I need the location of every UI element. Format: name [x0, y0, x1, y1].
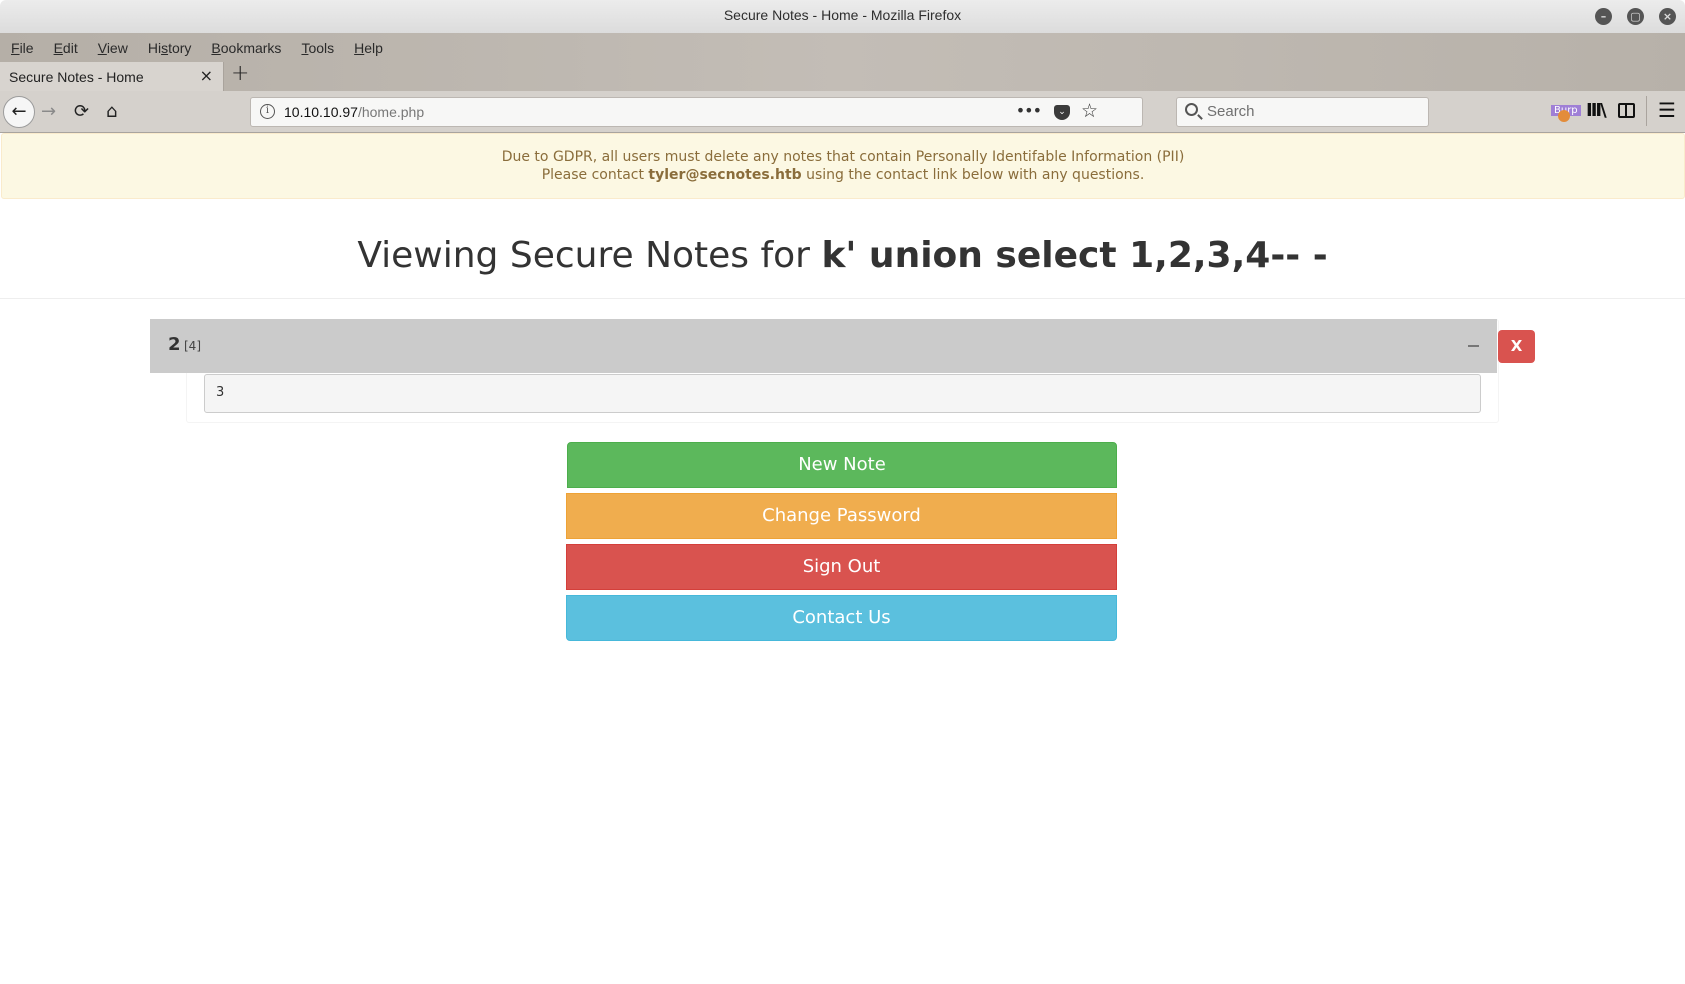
search-bar[interactable]	[1176, 97, 1429, 127]
menu-tools-label: Tools	[301, 40, 335, 56]
menu-accelerator: V	[97, 40, 107, 56]
note-id: [4]	[184, 339, 201, 353]
alert-line-1: Due to GDPR, all users must delete any n…	[501, 149, 1185, 165]
pocket-icon[interactable]: ⌄	[1054, 105, 1070, 120]
forward-button[interactable]: →	[41, 96, 56, 128]
window-titlebar: Secure Notes - Home - Mozilla Firefox – …	[0, 0, 1685, 33]
menu-view-label: View	[97, 40, 128, 56]
menu-accelerator: s	[161, 40, 169, 56]
note-header[interactable]: 2 [4]	[150, 319, 1497, 373]
alert-line-2: Please contact tyler@secnotes.htb using …	[2, 166, 1684, 184]
url-path: /home.php	[357, 104, 425, 120]
menu-help-label: Help	[354, 40, 383, 56]
page-title-prefix: Viewing Secure Notes for	[357, 235, 822, 276]
hamburger-menu-icon[interactable]: ☰	[1658, 98, 1676, 122]
menu-accelerator: F	[11, 40, 20, 56]
page-actions-icon[interactable]: •••	[1016, 101, 1042, 120]
tab-secure-notes-home[interactable]: Secure Notes - Home ×	[0, 62, 224, 92]
close-icon[interactable]: ×	[1659, 8, 1676, 25]
menu-edit[interactable]: Edit	[44, 33, 88, 63]
menu-bookmarks-label: Bookmarks	[211, 40, 282, 56]
menu-view[interactable]: View	[88, 33, 138, 63]
menu-accelerator: H	[354, 40, 365, 56]
tab-title: Secure Notes - Home	[9, 69, 144, 85]
window-title: Secure Notes - Home - Mozilla Firefox	[723, 7, 962, 23]
menu-bookmarks[interactable]: Bookmarks	[201, 33, 291, 63]
menu-tools[interactable]: Tools	[291, 33, 344, 63]
menu-history-label: History	[147, 40, 192, 56]
divider	[0, 298, 1685, 299]
page-title-username: k' union select 1,2,3,4-- -	[821, 235, 1328, 276]
change-password-button[interactable]: Change Password	[566, 493, 1117, 539]
back-button[interactable]: ←	[3, 96, 35, 128]
menu-edit-label: Edit	[53, 40, 78, 56]
menu-accelerator: T	[301, 40, 309, 56]
burp-extension-button[interactable]: Burp	[1551, 98, 1581, 122]
menu-accelerator: E	[53, 40, 63, 56]
gdpr-alert: Due to GDPR, all users must delete any n…	[1, 133, 1685, 199]
new-tab-button[interactable]: +	[231, 61, 249, 86]
search-icon	[1185, 103, 1198, 116]
toolbar-separator	[1646, 96, 1647, 126]
maximize-icon[interactable]: ▢	[1627, 8, 1644, 25]
burp-logo-icon	[1558, 110, 1570, 122]
home-button[interactable]: ⌂	[106, 96, 117, 128]
contact-email: tyler@secnotes.htb	[648, 167, 802, 183]
bookmark-star-icon[interactable]: ☆	[1081, 100, 1098, 122]
collapse-icon[interactable]	[1468, 345, 1479, 347]
alert-line-2-prefix: Please contact	[541, 167, 649, 183]
note-body: 3	[204, 374, 1481, 413]
contact-us-button[interactable]: Contact Us	[566, 595, 1117, 641]
menu-help[interactable]: Help	[344, 33, 393, 63]
tab-close-icon[interactable]: ×	[200, 66, 213, 85]
menu-history[interactable]: History	[138, 33, 202, 63]
search-input[interactable]	[1207, 103, 1417, 120]
alert-line-2-suffix: using the contact link below with any qu…	[801, 167, 1145, 183]
sidebar-toggle-icon[interactable]	[1618, 103, 1635, 118]
new-note-button[interactable]: New Note	[567, 442, 1117, 488]
menu-file-label: File	[11, 40, 34, 56]
url-bar[interactable]: i 10.10.10.97/home.php ••• ⌄ ☆	[250, 97, 1143, 127]
page-title: Viewing Secure Notes for k' union select…	[0, 235, 1685, 276]
menu-accelerator: B	[211, 40, 221, 56]
menu-file[interactable]: File	[0, 33, 44, 63]
library-icon[interactable]: III\	[1586, 100, 1607, 121]
url-text[interactable]: 10.10.10.97/home.php	[284, 104, 424, 120]
minimize-icon[interactable]: –	[1595, 8, 1612, 25]
url-host: 10.10.10.97	[284, 104, 358, 120]
site-info-icon[interactable]: i	[260, 104, 275, 119]
reload-button[interactable]: ⟳	[74, 96, 89, 128]
note-title: 2	[168, 334, 181, 355]
delete-note-button[interactable]: X	[1498, 330, 1535, 363]
menu-bar: File Edit View History Bookmarks Tools H…	[0, 33, 393, 63]
sign-out-button[interactable]: Sign Out	[566, 544, 1117, 590]
